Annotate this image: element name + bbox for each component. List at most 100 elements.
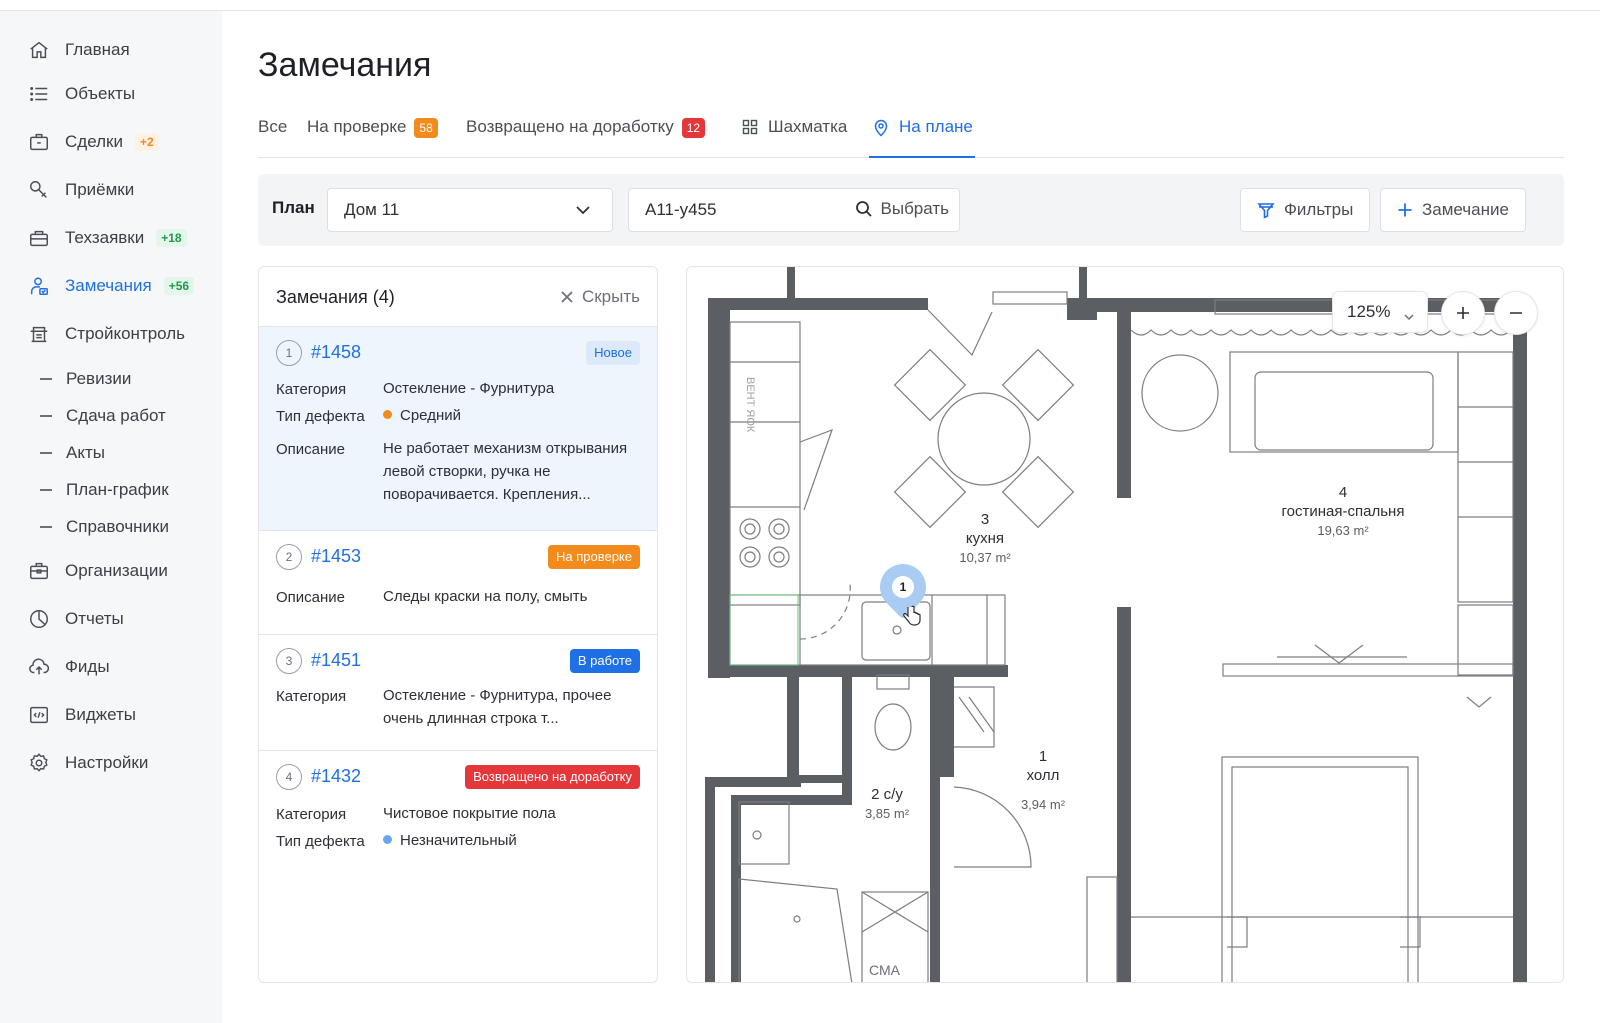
defect-type-text: Средний <box>400 407 461 424</box>
apartment-search: Выбрать <box>628 188 960 232</box>
room-number: 1 <box>1038 748 1048 765</box>
location-pin-icon <box>873 119 889 137</box>
hide-button[interactable]: Скрыть <box>560 287 640 307</box>
nav-tech-requests[interactable]: Техзаявки +18 <box>27 223 187 253</box>
severity-dot <box>383 410 392 419</box>
chevron-down-icon <box>1403 308 1415 328</box>
sub-label: Ревизии <box>66 369 132 388</box>
defect-type-text: Незначительный <box>400 832 517 849</box>
tab-on-plan[interactable]: На плане <box>869 112 975 158</box>
tab-label: Шахматка <box>768 117 848 136</box>
nav-acceptance[interactable]: Приёмки <box>27 175 134 205</box>
zoom-out-button[interactable] <box>1494 291 1538 335</box>
remarks-panel: Замечания (4) Скрыть 1 #1458 Новое Катег… <box>258 266 658 983</box>
remark-id-link[interactable]: #1458 <box>311 342 361 363</box>
nav-badge: +18 <box>156 229 187 247</box>
tab-badge: 12 <box>681 118 706 138</box>
tab-chessboard[interactable]: Шахматка <box>742 112 847 158</box>
nav-label: Техзаявки <box>65 228 145 247</box>
dash-icon <box>40 378 52 380</box>
nav-organizations[interactable]: Организации <box>27 556 168 586</box>
field-label: Тип дефекта <box>276 408 365 425</box>
room-name: кухня <box>965 530 1005 547</box>
field-value: Незначительный <box>383 829 643 852</box>
search-icon <box>855 201 872 217</box>
page-title: Замечания <box>258 46 432 84</box>
chevron-down-icon <box>574 201 592 224</box>
plan-select-value: Дом 11 <box>344 200 400 219</box>
room-number: 4 <box>1338 484 1348 501</box>
tab-label: Возвращено на доработку <box>466 117 674 136</box>
nav-objects[interactable]: Объекты <box>27 79 135 109</box>
fixture-label: СМА <box>869 962 901 978</box>
dash-icon <box>40 415 52 417</box>
tab-on-review[interactable]: На проверке 58 <box>307 112 438 158</box>
field-label: Описание <box>276 441 346 458</box>
close-icon <box>561 291 573 303</box>
field-value: Остекление - Фурнитура <box>383 380 555 397</box>
remark-card[interactable]: 1 #1458 Новое Категория Остекление - Фур… <box>259 327 657 531</box>
nav-sub-acts[interactable]: Акты <box>40 440 105 466</box>
tab-returned[interactable]: Возвращено на доработку 12 <box>466 112 706 158</box>
nav-sub-revisions[interactable]: Ревизии <box>40 366 131 392</box>
code-window-icon <box>27 703 51 727</box>
nav-label: Настройки <box>65 753 149 772</box>
remark-card[interactable]: 4 #1432 Возвращено на доработку Категори… <box>259 751 657 861</box>
status-badge: Новое <box>586 341 640 365</box>
zoom-value: 125% <box>1347 302 1391 321</box>
remark-card[interactable]: 2 #1453 На проверке Описание Следы краск… <box>259 531 657 635</box>
room-label-bathroom: 2 с/у 3,85 m² <box>847 785 927 823</box>
nav-label: Замечания <box>65 276 152 295</box>
nav-label: Объекты <box>65 84 136 103</box>
add-remark-button[interactable]: Замечание <box>1380 188 1526 232</box>
room-number: 3 <box>980 511 990 528</box>
nav-badge: +2 <box>134 133 159 151</box>
field-value: Чистовое покрытие пола <box>383 805 556 822</box>
hand-cursor-icon <box>903 605 921 626</box>
remark-id-link[interactable]: #1451 <box>311 650 361 671</box>
remarks-title: Замечания (4) <box>276 287 395 307</box>
field-value: Следы краски на полу, смыть <box>383 588 588 605</box>
pie-chart-icon <box>27 607 51 631</box>
nav-home[interactable]: Главная <box>27 35 130 65</box>
remark-card[interactable]: 3 #1451 В работе Категория Остекление - … <box>259 635 657 751</box>
tabs-bar: Все На проверке 58 Возвращено на доработ… <box>258 112 1564 158</box>
sub-label: План-график <box>66 480 169 499</box>
inspector-icon <box>27 274 51 298</box>
sidebar: Главная Объекты Сделки +2 Приёмки Техзая… <box>0 11 222 1023</box>
plan-label: План <box>272 198 315 217</box>
filters-button[interactable]: Фильтры <box>1240 188 1371 232</box>
plus-icon <box>1457 307 1469 319</box>
apartment-search-input[interactable] <box>645 200 845 220</box>
remark-id-link[interactable]: #1453 <box>311 546 361 567</box>
room-label-hall: 1 холл 3,94 m² <box>1003 747 1083 814</box>
room-label-living: 4 гостиная-спальня 19,63 m² <box>1253 483 1433 540</box>
cloud-upload-icon <box>27 655 51 679</box>
room-area: 3,94 m² <box>1020 797 1066 812</box>
nav-label: Главная <box>65 40 130 59</box>
nav-deals[interactable]: Сделки +2 <box>27 127 159 157</box>
nav-settings[interactable]: Настройки <box>27 748 148 778</box>
nav-feeds[interactable]: Фиды <box>27 652 110 682</box>
severity-dot <box>383 835 392 844</box>
room-area: 3,85 m² <box>864 806 910 821</box>
nav-sub-directories[interactable]: Справочники <box>40 514 169 540</box>
nav-widgets[interactable]: Виджеты <box>27 700 136 730</box>
nav-sub-work-handover[interactable]: Сдача работ <box>40 403 166 429</box>
field-label: Тип дефекта <box>276 833 365 850</box>
tab-all[interactable]: Все <box>258 112 287 158</box>
zoom-in-button[interactable] <box>1441 291 1485 335</box>
nav-construction-control[interactable]: Стройконтроль <box>27 319 185 349</box>
zoom-select[interactable]: 125% <box>1332 291 1428 333</box>
nav-remarks[interactable]: Замечания +56 <box>27 271 195 301</box>
nav-sub-schedule[interactable]: План-график <box>40 477 169 503</box>
room-label-kitchen: 3 кухня 10,37 m² <box>935 510 1035 567</box>
remark-id-link[interactable]: #1432 <box>311 766 361 787</box>
nav-reports[interactable]: Отчеты <box>27 604 124 634</box>
room-area: 10,37 m² <box>959 550 1011 565</box>
select-button[interactable]: Выбрать <box>855 199 949 219</box>
plan-select[interactable]: Дом 11 <box>327 188 613 232</box>
nav-label: Стройконтроль <box>65 324 186 343</box>
field-value: Остекление - Фурнитура, прочее очень дли… <box>383 687 612 727</box>
nav-label: Виджеты <box>65 705 137 724</box>
